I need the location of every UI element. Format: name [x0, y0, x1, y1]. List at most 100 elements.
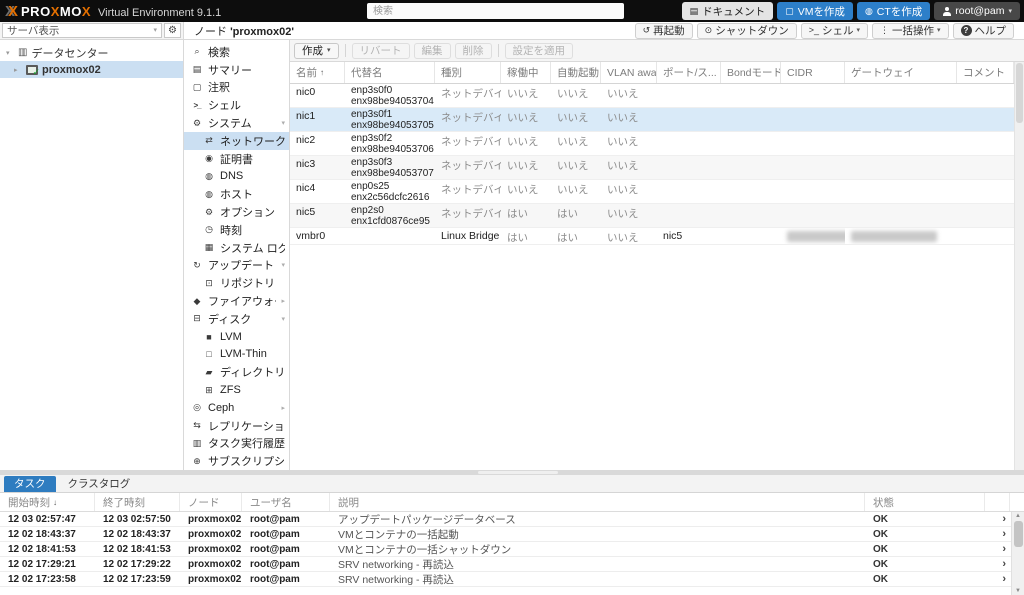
shutdown-button[interactable]: ⊙ シャットダウン	[697, 23, 797, 39]
shell-button[interactable]: >_ シェル ▾	[801, 23, 868, 39]
nav-item-notes[interactable]: ▢注釈	[184, 79, 289, 97]
chevron-down-icon[interactable]: ▾	[281, 261, 285, 269]
column-header-status[interactable]: 状態	[865, 493, 985, 511]
column-header-user[interactable]: ユーザ名	[242, 493, 330, 511]
nav-item-shell[interactable]: >_シェル	[184, 96, 289, 114]
tree-item-datacenter[interactable]: ▾ ▥ データセンター	[0, 44, 183, 61]
globe-icon: ◍	[203, 171, 215, 182]
nav-item-repositories[interactable]: ⊡リポジトリ	[184, 274, 289, 292]
nav-item-zfs[interactable]: ⊞ZFS	[184, 381, 289, 399]
edit-button[interactable]: 編集	[414, 43, 451, 59]
nav-item-search[interactable]: ⌕検索	[184, 43, 289, 61]
create-ct-button[interactable]: ◍ CTを作成	[857, 2, 930, 20]
view-mode-select[interactable]: サーバ表示 ▾	[2, 23, 162, 38]
task-row-2[interactable]: 12 02 18:43:37 12 02 18:43:37 proxmox02 …	[0, 527, 1024, 542]
chevron-right-icon[interactable]: ▸	[281, 297, 285, 305]
task-row-4[interactable]: 12 02 17:29:21 12 02 17:29:22 proxmox02 …	[0, 557, 1024, 572]
column-header-cidr[interactable]: CIDR	[781, 62, 845, 83]
table-row-nic0[interactable]: nic0 enp3s0f0enx98be94053704 ネットデバイス いいえ…	[290, 84, 1014, 108]
revert-button[interactable]: リバート	[352, 43, 410, 59]
nav-item-summary[interactable]: ▤サマリー	[184, 61, 289, 79]
scroll-up-icon[interactable]: ▲	[1015, 512, 1021, 520]
nav-item-lvm[interactable]: ■LVM	[184, 328, 289, 346]
nav-item-lvm-thin[interactable]: □LVM-Thin	[184, 346, 289, 364]
chevron-right-icon[interactable]: ▸	[281, 404, 285, 412]
create-vm-button[interactable]: ▢ VMを作成	[777, 2, 853, 20]
column-header-end-time[interactable]: 終了時刻	[95, 493, 180, 511]
table-row-nic4[interactable]: nic4 enp0s25enx2c56dcfc2616 ネットデバイス いいえ …	[290, 180, 1014, 204]
remove-button[interactable]: 削除	[455, 43, 492, 59]
column-header-start-time[interactable]: 開始時刻↓	[0, 493, 95, 511]
chevron-down-icon: ▾	[937, 27, 941, 34]
tree-settings-button[interactable]: ⚙	[164, 23, 181, 38]
nav-item-certificates[interactable]: ◉証明書	[184, 150, 289, 168]
chevron-down-icon[interactable]: ▾	[281, 315, 285, 323]
apply-configuration-button[interactable]: 設定を適用	[505, 43, 574, 59]
column-header-name[interactable]: 名前↑	[290, 62, 345, 83]
status-badge: OK	[865, 529, 985, 540]
sort-asc-icon: ↑	[320, 68, 324, 77]
nav-item-network[interactable]: ⇄ネットワーク	[184, 132, 289, 150]
task-row-5[interactable]: 12 02 17:23:58 12 02 17:23:59 proxmox02 …	[0, 572, 1024, 587]
nav-item-disks[interactable]: ⊟ディスク▾	[184, 310, 289, 328]
documentation-button[interactable]: ▤ ドキュメント	[682, 2, 774, 20]
nav-item-system[interactable]: ⚙システム▾	[184, 114, 289, 132]
chevron-down-icon[interactable]: ▾	[281, 119, 285, 127]
nav-item-hosts[interactable]: ◍ホスト	[184, 185, 289, 203]
tree-item-proxmox02[interactable]: ▸ ✓ proxmox02	[0, 61, 183, 78]
column-header-gateway[interactable]: ゲートウェイ	[845, 62, 957, 83]
create-button[interactable]: 作成▾	[294, 43, 339, 59]
task-row-partial	[0, 587, 1024, 595]
nav-item-syslog[interactable]: ▦システム ログ	[184, 239, 289, 257]
column-header-node[interactable]: ノード	[180, 493, 242, 511]
sort-desc-icon: ↓	[53, 498, 57, 507]
tab-tasks[interactable]: タスク	[4, 476, 56, 492]
column-header-vlan[interactable]: VLAN aware	[601, 62, 657, 83]
resource-tree: ▾ ▥ データセンター ▸ ✓ proxmox02	[0, 40, 184, 470]
task-row-1[interactable]: 12 03 02:57:47 12 03 02:57:50 proxmox02 …	[0, 512, 1024, 527]
column-header-type[interactable]: 種別	[435, 62, 501, 83]
table-row-nic1[interactable]: nic1 enp3s0f1enx98be94053705 ネットデバイス いいえ…	[290, 108, 1014, 132]
column-header-altname[interactable]: 代替名	[345, 62, 435, 83]
nav-item-directory[interactable]: ▰ディレクトリ	[184, 363, 289, 381]
user-menu-button[interactable]: root@pam ▾	[934, 2, 1020, 20]
replication-icon: ⇆	[191, 420, 203, 431]
table-row-nic5[interactable]: nic5 enp2s0enx1cfd0876ce95 ネットデバイス はい はい…	[290, 204, 1014, 228]
column-header-bond[interactable]: Bondモード	[721, 62, 781, 83]
book-icon: ▤	[191, 64, 203, 75]
nav-item-subscription[interactable]: ⊕サブスクリプション	[184, 452, 289, 470]
tree-collapse-icon[interactable]: ▾	[6, 49, 14, 57]
tree-expand-icon[interactable]: ▸	[14, 66, 22, 74]
nav-item-replication[interactable]: ⇆レプリケーション	[184, 417, 289, 435]
scrollbar-thumb[interactable]	[1016, 63, 1023, 123]
table-row-vmbr0[interactable]: vmbr0 Linux Bridge はい はい いいえ nic5	[290, 228, 1014, 245]
restart-button[interactable]: ↺ 再起動	[635, 23, 693, 39]
nav-item-task-history[interactable]: ▥タスク実行履歴	[184, 435, 289, 453]
nav-item-options[interactable]: ⚙オプション	[184, 203, 289, 221]
table-row-nic3[interactable]: nic3 enp3s0f3enx98be94053707 ネットデバイス いいえ…	[290, 156, 1014, 180]
scroll-down-icon[interactable]: ▼	[1015, 587, 1021, 595]
nav-item-updates[interactable]: ↻アップデート▾	[184, 257, 289, 275]
bulk-actions-button[interactable]: ⋮ 一括操作 ▾	[872, 23, 949, 39]
global-search-input[interactable]	[367, 3, 624, 19]
column-header-ports[interactable]: ポート/ス...	[657, 62, 721, 83]
nav-item-time[interactable]: ◷時刻	[184, 221, 289, 239]
tree-toolbar: サーバ表示 ▾ ⚙	[0, 22, 184, 40]
help-button[interactable]: ? ヘルプ	[953, 23, 1015, 39]
nav-item-firewall[interactable]: ◆ファイアウォール▸	[184, 292, 289, 310]
column-header-autostart[interactable]: 自動起動	[551, 62, 601, 83]
task-tabbar: タスク クラスタログ	[0, 475, 1024, 493]
tab-cluster-log[interactable]: クラスタログ	[58, 476, 141, 492]
task-row-3[interactable]: 12 02 18:41:53 12 02 18:41:53 proxmox02 …	[0, 542, 1024, 557]
column-header-active[interactable]: 稼働中	[501, 62, 551, 83]
column-header-comment[interactable]: コメント	[957, 62, 1014, 83]
splitter-handle[interactable]	[478, 471, 558, 474]
column-header-description[interactable]: 説明	[330, 493, 865, 511]
table-row-nic2[interactable]: nic2 enp3s0f2enx98be94053706 ネットデバイス いいえ…	[290, 132, 1014, 156]
column-header-expand	[985, 493, 1010, 511]
nav-item-dns[interactable]: ◍DNS	[184, 168, 289, 186]
scrollbar-thumb[interactable]	[1014, 521, 1023, 547]
nav-item-ceph[interactable]: ◎Ceph▸	[184, 399, 289, 417]
proxmox-logo-icon: X	[8, 4, 18, 19]
top-header: X PROXMOX Virtual Environment 9.1.1 ▤ ドキ…	[0, 0, 1024, 22]
